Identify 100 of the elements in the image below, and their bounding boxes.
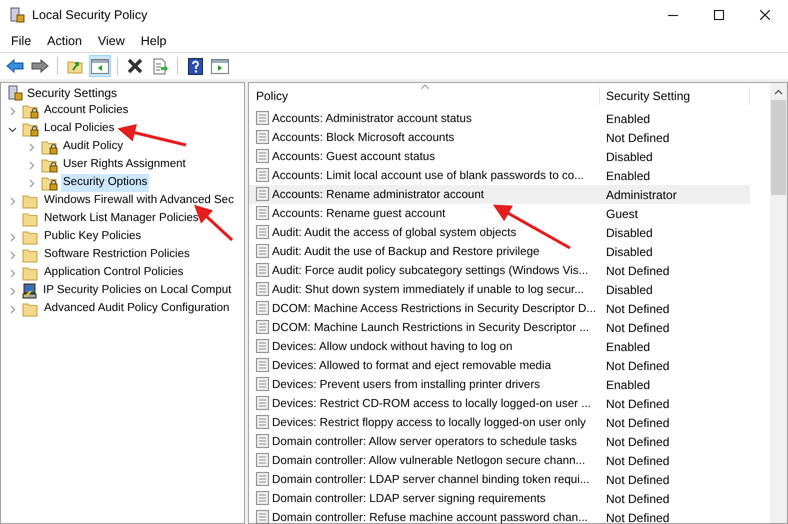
policy-row[interactable]: Accounts: Guest account status Disabled (249, 147, 750, 166)
close-icon (760, 10, 770, 20)
policy-name: Accounts: Guest account status (272, 148, 436, 165)
policy-name: Devices: Allow undock without having to log on (272, 338, 512, 355)
policy-name: Audit: Shut down system immediately if unable to log secur... (272, 282, 584, 298)
policy-row[interactable]: Audit: Force audit policy subcategory settings (Windows Vis... Not Defined (249, 261, 750, 280)
policy-row[interactable]: Devices: Restrict floppy access to locally logged-on user only Not Defined (249, 413, 750, 432)
tree-item[interactable]: Windows Firewall with Advanced Sec (42, 192, 236, 210)
policy-icon (256, 453, 269, 468)
policy-name: Devices: Restrict floppy access to locally logged-on user only (272, 414, 586, 431)
policy-row[interactable]: Domain controller: LDAP server signing requirements Not Defined (249, 489, 750, 508)
tree-item[interactable]: Local Policies (42, 120, 116, 138)
tree-item[interactable]: Advanced Audit Policy Configuration (42, 300, 232, 318)
policy-row[interactable]: Accounts: Limit local account use of blank passwords to co... Enabled (249, 166, 750, 185)
security-setting: Disabled (605, 148, 653, 166)
tree-item[interactable]: Security Options (61, 174, 150, 192)
policy-row[interactable]: DCOM: Machine Launch Restrictions in Security Descriptor ... Not Defined (249, 318, 750, 337)
column-header[interactable]: Security Setting (600, 87, 750, 105)
column-header[interactable]: Policy (249, 87, 600, 105)
policy-icon (256, 358, 269, 372)
policy-row[interactable]: Audit: Shut down system immediately if unable to log secur... Disabled (249, 280, 750, 299)
security-setting: Disabled (605, 244, 653, 260)
policy-row[interactable]: Devices: Allowed to format and eject removable media Not Defined (249, 356, 750, 375)
policy-row[interactable]: Audit: Audit the access of global system objects Disabled (249, 223, 750, 242)
tree-item[interactable]: Software Restriction Policies (42, 246, 192, 264)
security-setting: Not Defined (605, 396, 670, 412)
tree-item[interactable]: Network List Manager Policies (42, 210, 201, 228)
policy-name: Accounts: Administrator account status (272, 110, 472, 127)
folder-icon (22, 230, 39, 244)
policy-icon (256, 472, 269, 486)
locked-folder-icon (22, 104, 39, 118)
tree-item[interactable]: IP Security Policies on Local Comput (41, 282, 234, 300)
policy-row[interactable]: Accounts: Administrator account status Enabled (249, 109, 750, 128)
policy-row[interactable]: Devices: Allow undock without having to log on Enabled (249, 337, 750, 356)
security-setting: Administrator (605, 186, 677, 204)
folder-icon (22, 302, 39, 316)
policy-row[interactable]: DCOM: Machine Access Restrictions in Security Descriptor D... Not Defined (249, 299, 750, 318)
security-setting: Disabled (605, 224, 653, 242)
policy-name: Audit: Audit the use of Backup and Restore privilege (272, 244, 540, 260)
locked-folder-icon (41, 158, 58, 172)
folder-icon (22, 266, 39, 280)
tree-item[interactable]: Public Key Policies (42, 228, 144, 246)
back-arrow-icon (6, 59, 24, 73)
security-setting: Not Defined (605, 472, 670, 488)
delete-icon (127, 58, 143, 74)
policy-name: DCOM: Machine Launch Restrictions in Security Descriptor ... (272, 320, 590, 336)
security-setting: Enabled (605, 110, 650, 128)
menu-item[interactable]: Help (132, 30, 174, 52)
tree-item[interactable]: Application Control Policies (42, 264, 186, 282)
security-settings-icon (7, 85, 23, 101)
forward-arrow-icon (31, 59, 49, 73)
policy-name: Devices: Restrict CD-ROM access to locally logged-on user ... (272, 396, 591, 412)
locked-folder-icon (41, 140, 58, 154)
policy-row[interactable]: Domain controller: Refuse machine account password chan... Not Defined (249, 508, 750, 524)
security-setting: Not Defined (605, 262, 670, 280)
security-setting: Enabled (605, 376, 650, 394)
policy-icon (256, 149, 269, 164)
policy-icon (256, 263, 269, 278)
policy-name: Audit: Force audit policy subcategory settings (Windows Vis... (272, 262, 588, 279)
policy-name: Accounts: Rename guest account (272, 206, 446, 222)
security-setting: Not Defined (605, 414, 670, 432)
security-setting: Enabled (605, 338, 650, 356)
policy-name: Domain controller: Allow vulnerable Netlogon secure chann... (272, 452, 586, 469)
policy-row[interactable]: Accounts: Block Microsoft accounts Not Defined (249, 128, 750, 147)
menu-item[interactable]: File (3, 30, 40, 52)
scrollbar[interactable] (770, 83, 787, 523)
policy-name: Accounts: Limit local account use of blank passwords to co... (272, 168, 584, 184)
policy-row[interactable]: Devices: Prevent users from installing printer drivers Enabled (249, 375, 750, 394)
security-setting: Not Defined (605, 452, 670, 470)
policy-row[interactable]: Domain controller: Allow vulnerable Netlogon secure chann... Not Defined (249, 451, 750, 470)
policy-row[interactable]: Accounts: Rename administrator account Administrator (249, 185, 750, 204)
tree-pane-icon (91, 58, 109, 74)
menu-item[interactable]: Action (39, 30, 90, 52)
policy-row[interactable]: Domain controller: Allow server operators to schedule tasks Not Defined (249, 432, 750, 451)
help-icon (188, 58, 202, 74)
policy-name: Devices: Prevent users from installing printer drivers (272, 376, 540, 393)
computer-icon (22, 283, 38, 299)
folder-icon (22, 194, 39, 208)
security-setting: Not Defined (605, 490, 670, 508)
policy-name: DCOM: Machine Access Restrictions in Security Descriptor D... (272, 300, 596, 317)
policy-icon (256, 491, 269, 506)
tree-root[interactable]: Security Settings (27, 84, 118, 102)
scroll-up-icon[interactable] (774, 89, 783, 95)
policy-row[interactable]: Domain controller: LDAP server channel binding token requi... Not Defined (249, 470, 750, 489)
tree-item[interactable]: Audit Policy (61, 138, 126, 156)
policy-icon (256, 168, 269, 182)
policy-row[interactable]: Audit: Audit the use of Backup and Restore privilege Disabled (249, 242, 750, 261)
policy-row[interactable]: Devices: Restrict CD-ROM access to locally logged-on user ... Not Defined (249, 394, 750, 413)
policy-name: Accounts: Block Microsoft accounts (272, 130, 454, 146)
security-setting: Not Defined (605, 358, 670, 374)
policy-icon (256, 225, 269, 240)
policy-name: Audit: Audit the access of global system objects (272, 224, 516, 241)
policy-name: Domain controller: Allow server operators to schedule tasks (272, 434, 577, 450)
tree-item[interactable]: Account Policies (42, 102, 130, 120)
policy-row[interactable]: Accounts: Rename guest account Guest (249, 204, 750, 223)
scrollbar-thumb[interactable] (771, 100, 786, 195)
security-policy-icon (9, 7, 25, 23)
menu-item[interactable]: View (90, 30, 133, 52)
security-setting: Not Defined (605, 130, 670, 146)
tree-item[interactable]: User Rights Assignment (61, 156, 188, 174)
